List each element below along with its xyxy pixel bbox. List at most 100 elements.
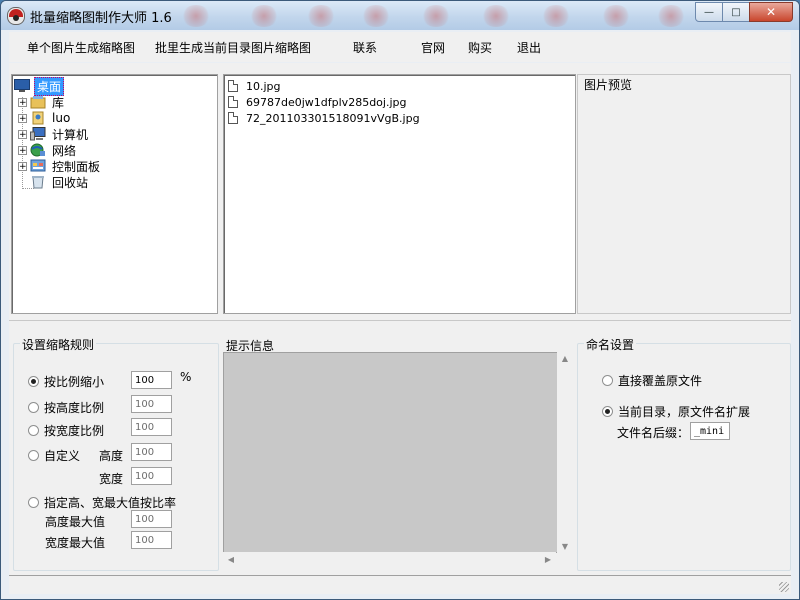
control-panel-icon bbox=[30, 159, 46, 173]
tree-item-recycle-bin[interactable]: 回收站 bbox=[30, 174, 90, 190]
radio-button[interactable] bbox=[602, 406, 613, 417]
tree-item-user[interactable]: + luo bbox=[18, 110, 72, 126]
scroll-down-icon[interactable]: ▼ bbox=[557, 542, 573, 551]
radio-label: 按高度比例 bbox=[44, 401, 105, 415]
radio-button[interactable] bbox=[602, 375, 613, 386]
max-height-label: 高度最大值 bbox=[45, 515, 106, 529]
tree-item-label: 控制面板 bbox=[52, 159, 101, 174]
folder-tree[interactable]: 桌面 + 库 + luo + 计算机 + 网络 + 控制面板 回收站 bbox=[11, 74, 218, 314]
title-decoration bbox=[601, 5, 631, 27]
file-list[interactable]: 10.jpg 69787de0jw1dfplv285doj.jpg 72_201… bbox=[223, 74, 576, 314]
recycle-bin-icon bbox=[30, 175, 46, 189]
rules-group: 设置缩略规则 按比例缩小 100 % 按高度比例 100 按宽度比例 100 自… bbox=[13, 336, 219, 571]
suffix-input[interactable]: _mini bbox=[690, 422, 730, 440]
tree-item-library[interactable]: + 库 bbox=[18, 94, 66, 110]
desktop-icon bbox=[14, 79, 30, 93]
preview-panel: 图片预览 bbox=[577, 74, 791, 314]
radio-by-width-ratio[interactable]: 按宽度比例 bbox=[28, 422, 104, 439]
expand-icon[interactable]: + bbox=[18, 97, 27, 107]
suffix-label: 文件名后缀： bbox=[617, 426, 690, 440]
maximize-button[interactable]: □ bbox=[722, 2, 750, 22]
max-width-input[interactable]: 100 bbox=[131, 531, 172, 549]
tree-item-label: 计算机 bbox=[52, 127, 89, 142]
info-vertical-scrollbar[interactable]: ▲ ▼ bbox=[557, 352, 573, 553]
radio-by-ratio[interactable]: 按比例缩小 bbox=[28, 373, 104, 390]
minimize-button[interactable]: — bbox=[695, 2, 723, 22]
tree-item-label: 库 bbox=[52, 95, 65, 110]
splitter[interactable] bbox=[9, 320, 791, 321]
radio-extend-name[interactable]: 当前目录，原文件名扩展 bbox=[602, 403, 750, 420]
close-button[interactable]: ✕ bbox=[749, 2, 793, 22]
tree-item-computer[interactable]: + 计算机 bbox=[18, 126, 90, 142]
title-decoration bbox=[481, 5, 511, 27]
expand-icon[interactable]: + bbox=[18, 161, 27, 171]
menu-contact[interactable]: 联系 bbox=[353, 39, 377, 56]
radio-button[interactable] bbox=[28, 497, 39, 508]
radio-custom[interactable]: 自定义 bbox=[28, 447, 80, 464]
title-decoration bbox=[361, 5, 391, 27]
tree-item-label: 回收站 bbox=[52, 175, 89, 190]
menu-bar: 单个图片生成缩略图 批里生成当前目录图片缩略图 联系 官网 购买 退出 bbox=[9, 32, 791, 62]
network-icon bbox=[30, 143, 46, 157]
height-ratio-input[interactable]: 100 bbox=[131, 395, 172, 413]
info-horizontal-scrollbar[interactable]: ◀ ▶ bbox=[223, 552, 556, 568]
scroll-right-icon[interactable]: ▶ bbox=[540, 555, 556, 564]
ratio-input[interactable]: 100 bbox=[131, 371, 172, 389]
tree-item-desktop[interactable]: 桌面 bbox=[14, 76, 65, 96]
radio-max-ratio[interactable]: 指定高、宽最大值按比率 bbox=[28, 494, 176, 511]
expand-icon[interactable]: + bbox=[18, 113, 27, 123]
file-icon bbox=[228, 112, 238, 124]
tree-item-label: 网络 bbox=[52, 143, 77, 158]
title-decoration bbox=[181, 5, 211, 27]
menu-website[interactable]: 官网 bbox=[421, 39, 445, 56]
info-group: 提示信息 ▲ ▼ ◀ ▶ bbox=[220, 336, 574, 569]
radio-button[interactable] bbox=[28, 402, 39, 413]
title-decoration bbox=[656, 5, 686, 27]
naming-title: 命名设置 bbox=[584, 336, 637, 353]
file-item[interactable]: 69787de0jw1dfplv285doj.jpg bbox=[228, 94, 406, 110]
title-decoration bbox=[541, 5, 571, 27]
radio-by-height-ratio[interactable]: 按高度比例 bbox=[28, 399, 104, 416]
library-icon bbox=[30, 95, 46, 109]
menu-buy[interactable]: 购买 bbox=[468, 39, 492, 56]
width-ratio-input[interactable]: 100 bbox=[131, 418, 172, 436]
file-icon bbox=[228, 80, 238, 92]
custom-height-input[interactable]: 100 bbox=[131, 443, 172, 461]
radio-overwrite[interactable]: 直接覆盖原文件 bbox=[602, 372, 702, 389]
rules-title: 设置缩略规则 bbox=[20, 336, 97, 353]
percent-label: % bbox=[180, 370, 192, 384]
radio-label: 按宽度比例 bbox=[44, 424, 105, 438]
menu-single-thumbnail[interactable]: 单个图片生成缩略图 bbox=[27, 39, 135, 56]
scroll-up-icon[interactable]: ▲ bbox=[557, 354, 573, 363]
tree-item-control-panel[interactable]: + 控制面板 bbox=[18, 158, 102, 174]
tree-item-network[interactable]: + 网络 bbox=[18, 142, 78, 158]
radio-button[interactable] bbox=[28, 450, 39, 461]
client-area: 桌面 + 库 + luo + 计算机 + 网络 + 控制面板 回收站 10.jp… bbox=[9, 63, 791, 593]
scroll-left-icon[interactable]: ◀ bbox=[223, 555, 239, 564]
radio-button[interactable] bbox=[28, 425, 39, 436]
custom-height-label: 高度 bbox=[99, 449, 124, 463]
menu-batch-thumbnail[interactable]: 批里生成当前目录图片缩略图 bbox=[155, 39, 311, 56]
custom-width-input[interactable]: 100 bbox=[131, 467, 172, 485]
max-height-input[interactable]: 100 bbox=[131, 510, 172, 528]
file-item[interactable]: 72_201103301518091vVgB.jpg bbox=[228, 110, 420, 126]
expand-icon[interactable]: + bbox=[18, 145, 27, 155]
file-name: 69787de0jw1dfplv285doj.jpg bbox=[246, 95, 407, 109]
max-width-label: 宽度最大值 bbox=[45, 536, 106, 550]
app-logo-icon bbox=[7, 7, 25, 25]
tree-item-label: luo bbox=[52, 111, 71, 125]
title-decoration bbox=[249, 5, 279, 27]
window-title: 批量缩略图制作大师 1.6 bbox=[30, 11, 172, 26]
file-icon bbox=[228, 96, 238, 108]
title-decoration bbox=[306, 5, 336, 27]
resize-grip-icon[interactable] bbox=[779, 582, 789, 592]
title-decoration bbox=[421, 5, 451, 27]
info-text-area[interactable] bbox=[223, 352, 558, 553]
menu-exit[interactable]: 退出 bbox=[517, 39, 541, 56]
computer-icon bbox=[30, 127, 46, 141]
file-name: 72_201103301518091vVgB.jpg bbox=[246, 111, 420, 125]
expand-icon[interactable]: + bbox=[18, 129, 27, 139]
title-bar[interactable]: 批量缩略图制作大师 1.6 — □ ✕ bbox=[1, 1, 799, 30]
file-item[interactable]: 10.jpg bbox=[228, 78, 281, 94]
radio-button[interactable] bbox=[28, 376, 39, 387]
